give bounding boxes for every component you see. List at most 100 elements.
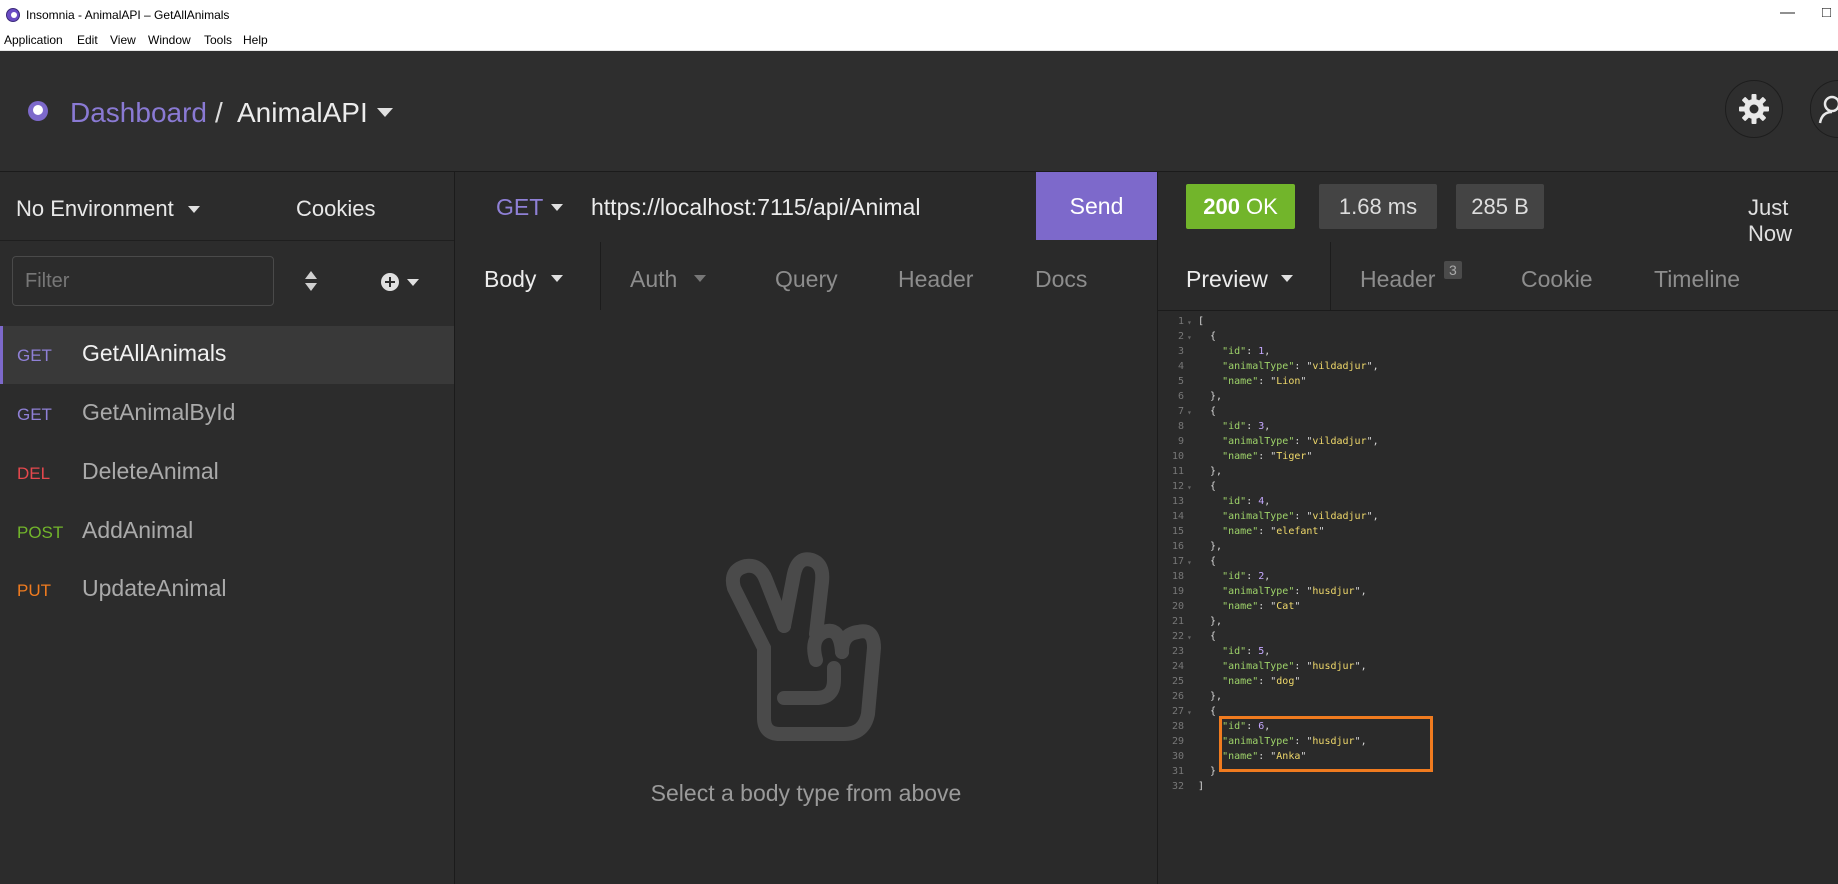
response-timestamp[interactable]: Just Now [1748,195,1838,247]
line-number: 28 [1171,721,1184,732]
json-token: "animalType" [1222,586,1295,597]
body-chevron-down-icon[interactable] [551,275,563,282]
environment-selector[interactable]: No Environment [16,196,174,222]
menu-bar: Application Edit View Window Tools Help [0,30,1838,51]
line-number: 23 [1171,646,1184,657]
json-token: "name" [1222,526,1259,537]
line-number: 10 [1171,451,1184,462]
code-line: "id": 1, [1198,344,1270,359]
fold-toggle-icon[interactable]: ▾ [1187,630,1192,645]
json-token: : [1246,496,1259,507]
json-token: : " [1294,361,1313,372]
title-bar: Insomnia - AnimalAPI – GetAllAnimals — □ [0,0,1838,30]
sidebar-request-getanimalbyid[interactable]: GET GetAnimalById [0,385,454,443]
json-value: Cat [1276,601,1295,612]
json-token: { [1198,631,1217,642]
send-button[interactable]: Send [1036,172,1157,240]
fold-toggle-icon[interactable]: ▾ [1187,315,1192,330]
tab-divider [600,242,601,310]
line-number: 27 [1171,706,1184,717]
tab-preview[interactable]: Preview [1186,266,1268,293]
tab-auth[interactable]: Auth [630,266,677,293]
auth-chevron-down-icon[interactable] [694,275,706,282]
filter-input[interactable] [12,256,274,306]
method-selector[interactable]: GET [496,194,543,221]
line-number: 6 [1177,391,1184,402]
sidebar-request-updateanimal[interactable]: PUT UpdateAnimal [0,561,454,619]
json-token: , [1264,571,1271,582]
project-chevron-down-icon[interactable] [377,108,393,117]
breadcrumb-dashboard[interactable]: Dashboard [70,97,207,129]
add-request-icon[interactable] [380,272,400,292]
json-token: ", [1366,511,1379,522]
json-token: }, [1198,616,1223,627]
json-token: ", [1354,661,1367,672]
json-token: : " [1258,526,1277,537]
code-line: }, [1198,389,1222,404]
json-token: ] [1198,781,1205,792]
menu-view[interactable]: View [110,33,136,47]
line-number: 4 [1177,361,1184,372]
json-value: husdjur [1312,661,1355,672]
app-icon [6,8,20,22]
code-line: "name": "Cat" [1198,599,1300,614]
code-line: "animalType": "vildadjur", [1198,359,1379,374]
fold-toggle-icon[interactable]: ▾ [1187,405,1192,420]
code-line: "id": 4, [1198,494,1270,509]
preview-chevron-down-icon[interactable] [1281,275,1293,282]
tab-body[interactable]: Body [484,266,536,293]
sort-icon[interactable] [304,270,318,292]
maximize-icon[interactable]: □ [1822,4,1831,21]
fold-toggle-icon[interactable]: ▾ [1187,705,1192,720]
fold-toggle-icon[interactable]: ▾ [1187,480,1192,495]
menu-edit[interactable]: Edit [77,33,98,47]
tab-query[interactable]: Query [775,266,838,293]
url-input[interactable]: https://localhost:7115/api/Animal [591,194,920,221]
json-token: : " [1258,676,1277,687]
sidebar-request-deleteanimal[interactable]: DEL DeleteAnimal [0,444,454,502]
menu-tools[interactable]: Tools [204,33,232,47]
sidebar-request-getallanimals[interactable]: GET GetAllAnimals [0,326,454,384]
method-badge: POST [17,523,64,542]
response-size-badge: 285 B [1456,184,1544,229]
request-name: DeleteAnimal [82,458,219,484]
menu-window[interactable]: Window [148,33,191,47]
code-line: }, [1198,614,1222,629]
json-token: " [1294,676,1301,687]
status-badge: 200 OK [1186,184,1295,229]
json-token: { [1198,556,1217,567]
environment-chevron-down-icon[interactable] [188,206,200,213]
breadcrumb-project[interactable]: AnimalAPI [237,97,368,129]
menu-help[interactable]: Help [243,33,268,47]
tab-divider [1330,242,1331,310]
tab-timeline[interactable]: Timeline [1654,266,1740,293]
sidebar-request-addanimal[interactable]: POST AddAnimal [0,503,454,561]
tab-header[interactable]: Header [898,266,973,293]
tab-docs[interactable]: Docs [1035,266,1087,293]
json-token: : " [1258,601,1277,612]
method-chevron-down-icon[interactable] [551,204,563,211]
code-line: "name": "Tiger" [1198,449,1312,464]
fold-toggle-icon[interactable]: ▾ [1187,555,1192,570]
line-number: 24 [1171,661,1184,672]
cookies-button[interactable]: Cookies [296,196,375,222]
add-chevron-down-icon[interactable] [407,279,419,286]
menu-application[interactable]: Application [4,33,63,47]
settings-button[interactable] [1725,80,1783,138]
method-badge: PUT [17,581,51,600]
method-badge: GET [17,405,52,424]
json-token: : [1246,421,1259,432]
status-code: 200 [1203,193,1240,219]
tab-response-header[interactable]: Header [1360,266,1435,293]
json-token: "id" [1222,346,1247,357]
json-token: }, [1198,466,1223,477]
tab-cookie[interactable]: Cookie [1521,266,1593,293]
line-number: 3 [1177,346,1184,357]
line-number: 17 [1171,556,1184,567]
fold-toggle-icon[interactable]: ▾ [1187,330,1192,345]
minimize-icon[interactable]: — [1780,4,1795,21]
